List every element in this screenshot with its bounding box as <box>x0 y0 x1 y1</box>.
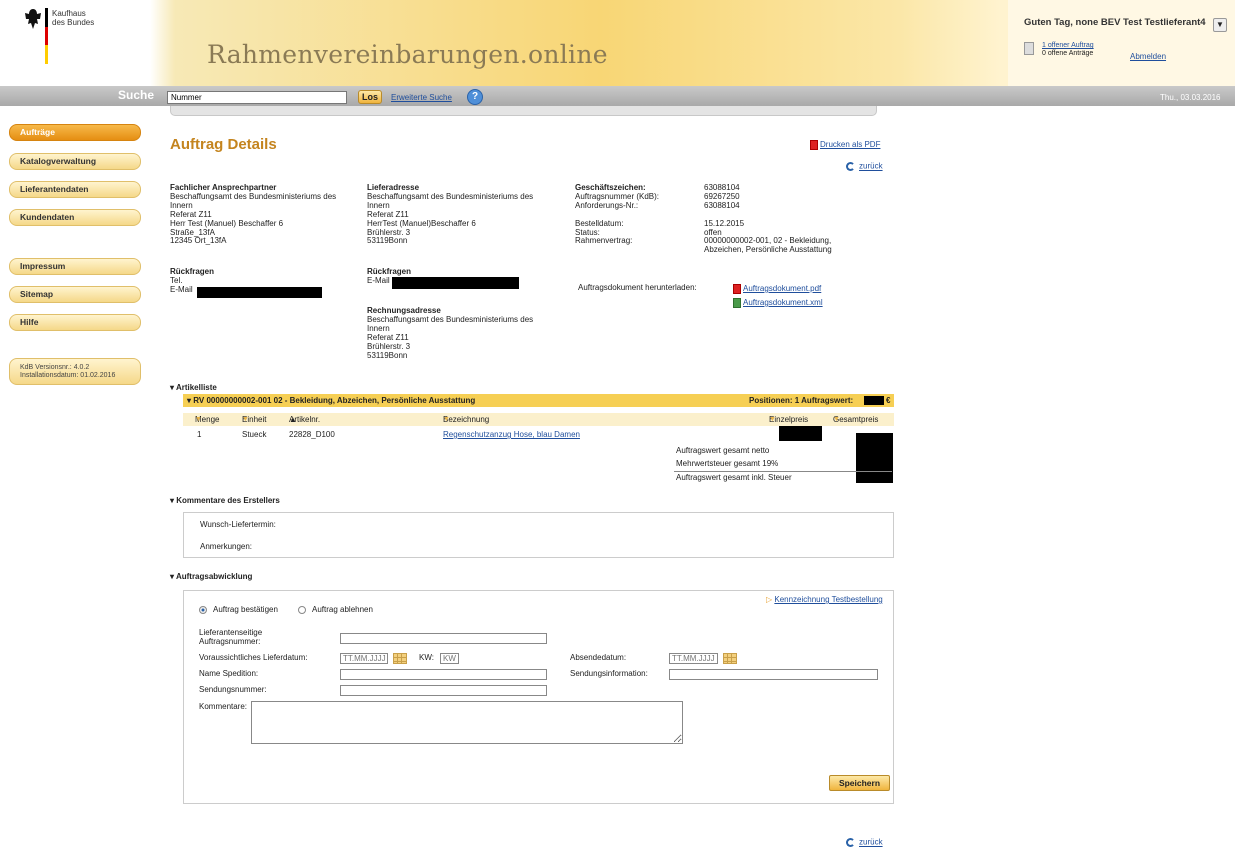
calendar-icon[interactable] <box>723 653 737 664</box>
back-link-top[interactable]: zurück <box>859 162 883 171</box>
sum-net-label: Auftragswert gesamt netto <box>676 446 770 455</box>
back-link-bottom[interactable]: zurück <box>859 838 883 847</box>
back-top[interactable]: zurück <box>846 162 883 172</box>
carrier-input[interactable] <box>340 669 547 680</box>
sum-vat-label: Mehrwertsteuer gesamt 19% <box>676 459 779 468</box>
ship-info-input[interactable] <box>669 669 878 680</box>
ship-info-label: Sendungsinformation: <box>570 669 648 678</box>
german-flag-bar <box>45 8 48 64</box>
redacted-email <box>392 277 519 289</box>
expected-date-label: Voraussichtliches Lieferdatum: <box>199 653 308 662</box>
redacted-price <box>779 426 822 441</box>
sidebar-item-orders[interactable]: Aufträge <box>9 124 141 141</box>
back-bottom[interactable]: zurück <box>846 838 883 848</box>
send-date-label: Absendedatum: <box>570 653 627 662</box>
kw-label: KW: <box>419 653 434 662</box>
logo-area: Kaufhaus des Bundes <box>0 0 150 86</box>
calendar-icon[interactable] <box>393 653 407 664</box>
processing-box <box>183 590 894 804</box>
federal-eagle-icon <box>25 9 41 29</box>
comments-box: Wunsch-Liefertermin: Anmerkungen: <box>183 512 894 558</box>
help-icon[interactable]: ? <box>467 89 483 105</box>
carrier-label: Name Spedition: <box>199 669 259 678</box>
doc-xml[interactable]: Auftragsdokument.xml <box>733 298 823 308</box>
brand-title: Rahmenvereinbarungen.online <box>207 40 608 69</box>
order-values: 63088104 69267250 63088104 15.12.2015 offen… <box>704 183 832 255</box>
col-artikelnr[interactable]: Artikelnr. ▲ <box>289 413 320 426</box>
search-go-button[interactable]: Los <box>358 90 382 104</box>
order-labels: Geschäftszeichen: Auftragsnummer (KdB): An… <box>575 183 660 246</box>
header-banner: Kaufhaus des Bundes Rahmenvereinbarungen.… <box>0 0 1235 86</box>
sum-divider <box>674 471 892 472</box>
redacted-value <box>864 396 884 405</box>
comments-textarea[interactable] <box>251 701 683 744</box>
page-title: Auftrag Details <box>170 136 277 153</box>
article-table-header: Menge ▼ Einheit ▼ Artikelnr. ▲ Bezeichnu… <box>183 413 894 426</box>
tracking-input[interactable] <box>340 685 547 696</box>
billing-address-block: Rechnungsadresse Beschaffungsamt des Bun… <box>367 306 534 360</box>
doc-pdf-link[interactable]: Auftragsdokument.pdf <box>743 284 821 293</box>
doc-xml-link[interactable]: Auftragsdokument.xml <box>743 298 823 307</box>
search-input[interactable] <box>167 91 347 104</box>
sum-gross-label: Auftragswert gesamt inkl. Steuer <box>676 473 792 482</box>
redacted-email <box>197 287 322 298</box>
logout-link[interactable]: Abmelden <box>1130 52 1166 61</box>
processing-toggle[interactable]: ▾ Auftragsabwicklung <box>170 572 252 581</box>
tracking-label: Sendungsnummer: <box>199 685 267 694</box>
supplier-order-no-input[interactable] <box>340 633 547 644</box>
sidebar-item-catalog[interactable]: Katalogverwaltung <box>9 153 141 170</box>
comments-label: Kommentare: <box>199 702 248 711</box>
supplier-order-no-label: Lieferantenseitige Auftragsnummer: <box>199 628 263 646</box>
org-name: Kaufhaus des Bundes <box>52 9 95 27</box>
sidebar-item-imprint[interactable]: Impressum <box>9 258 141 275</box>
save-button[interactable]: Speichern <box>829 775 890 791</box>
article-description-link[interactable]: Regenschutzanzug Hose, blau Damen <box>443 430 580 440</box>
expected-date-input[interactable] <box>340 653 388 664</box>
advanced-search-link[interactable]: Erweiterte Suche <box>391 93 452 102</box>
pdf-icon <box>733 284 741 294</box>
doc-pdf[interactable]: Auftragsdokument.pdf <box>733 284 821 294</box>
search-tray-handle[interactable] <box>170 106 877 116</box>
send-date-input[interactable] <box>669 653 718 664</box>
test-order[interactable]: ▷ Kennzeichnung Testbestellung <box>766 595 883 605</box>
test-order-link[interactable]: Kennzeichnung Testbestellung <box>774 595 882 604</box>
rv-header[interactable]: ▾ RV 00000000002-001 02 - Bekleidung, Ab… <box>183 394 894 407</box>
delivery-address-block: Lieferadresse Beschaffungsamt des Bundes… <box>367 183 534 246</box>
user-greeting: Guten Tag, none BEV Test Testlieferant4 <box>1024 17 1206 28</box>
sidebar-item-supplier-data[interactable]: Lieferantendaten <box>9 181 141 198</box>
version-info: KdB Versionsnr.: 4.0.2 Installationsdatum… <box>9 358 141 385</box>
comments-toggle[interactable]: ▾ Kommentare des Erstellers <box>170 496 280 505</box>
xml-file-icon <box>733 298 741 308</box>
open-orders: 1 offener Auftrag 0 offene Anträge <box>1042 42 1094 58</box>
print-pdf[interactable]: Drucken als PDF <box>810 140 880 150</box>
search-label: Suche <box>118 88 155 102</box>
print-pdf-link[interactable]: Drucken als PDF <box>820 140 880 149</box>
kw-input[interactable] <box>440 653 459 664</box>
radio-reject-button[interactable] <box>298 606 306 614</box>
open-orders-link[interactable]: 1 offener Auftrag <box>1042 42 1094 49</box>
document-icon <box>1024 42 1034 55</box>
back-arrow-icon <box>846 162 855 171</box>
user-menu-chevron-down-icon[interactable]: ▼ <box>1213 18 1227 32</box>
current-date: Thu., 03.03.2016 <box>1160 93 1221 102</box>
radio-confirm-button[interactable] <box>199 606 207 614</box>
sidebar-item-help[interactable]: Hilfe <box>9 314 141 331</box>
sidebar-item-sitemap[interactable]: Sitemap <box>9 286 141 303</box>
sidebar-item-customer-data[interactable]: Kundendaten <box>9 209 141 226</box>
redacted-totals <box>856 433 893 483</box>
article-list-toggle[interactable]: ▾ Artikelliste <box>170 383 217 392</box>
contact-block: Fachlicher Ansprechpartner Beschaffungsa… <box>170 183 337 246</box>
open-requests-text: 0 offene Anträge <box>1042 50 1094 57</box>
radio-reject[interactable]: Auftrag ablehnen <box>298 605 373 615</box>
radio-confirm[interactable]: Auftrag bestätigen <box>199 605 278 615</box>
pdf-icon <box>810 140 818 150</box>
download-label: Auftragsdokument herunterladen: <box>578 283 697 292</box>
